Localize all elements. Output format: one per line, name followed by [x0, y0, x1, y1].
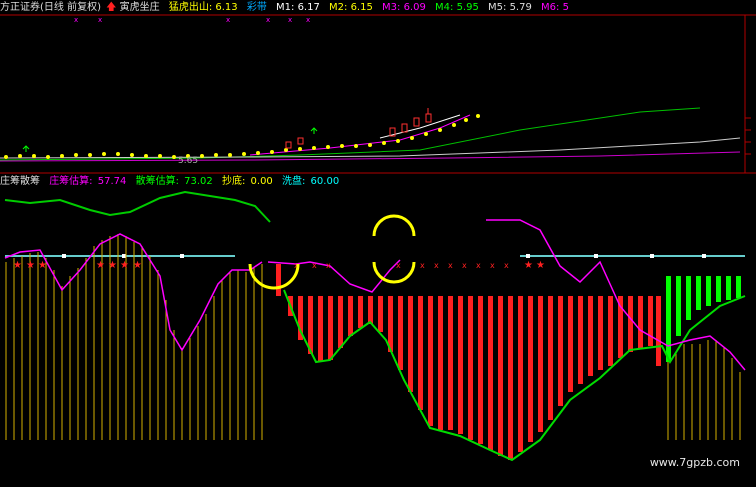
svg-text:x: x — [226, 16, 230, 24]
green-upper-curve — [4, 190, 271, 223]
svg-text:x: x — [396, 261, 401, 270]
right-axis-ticks — [745, 117, 751, 155]
yellow-bars-right — [667, 340, 741, 440]
yellow-arc-left — [248, 263, 300, 290]
svg-text:x: x — [462, 261, 467, 270]
red-x-markers: xxx xxx xxx xx — [294, 261, 509, 270]
svg-text:★: ★ — [26, 260, 35, 271]
svg-text:x: x — [504, 261, 509, 270]
top-markers: xxx xxx — [74, 16, 310, 24]
up-arrow-markers — [22, 127, 318, 152]
svg-text:x: x — [326, 261, 331, 270]
svg-text:x: x — [74, 16, 78, 24]
svg-text:x: x — [312, 261, 317, 270]
chart-canvas: xxx xxx 5.65 ★ ★ ★ ★ ★ ★ ★ ★ ★ x x x x x… — [0, 14, 756, 462]
svg-text:★: ★ — [38, 260, 47, 271]
svg-text:★: ★ — [108, 260, 117, 271]
yellow-arc-mid-top — [372, 214, 416, 237]
svg-text:★: ★ — [133, 260, 142, 271]
svg-text:x: x — [306, 16, 310, 24]
svg-text:x: x — [98, 16, 102, 24]
svg-text:★: ★ — [13, 260, 22, 271]
price-low-label: 5.65 — [178, 156, 198, 166]
red-histogram — [276, 264, 661, 460]
svg-text:x: x — [266, 16, 270, 24]
svg-text:x: x — [434, 261, 439, 270]
ma-green-line — [0, 107, 701, 161]
svg-text:x: x — [476, 261, 481, 270]
svg-text:★: ★ — [536, 260, 545, 271]
svg-text:★: ★ — [524, 260, 533, 271]
ma-white-short — [379, 114, 461, 139]
svg-text:★: ★ — [120, 260, 129, 271]
price-dots — [4, 114, 480, 159]
watermark: www.7gpzb.com — [649, 456, 740, 469]
svg-text:x: x — [288, 16, 292, 24]
svg-text:★: ★ — [96, 260, 105, 271]
svg-text:x: x — [448, 261, 453, 270]
svg-text:x: x — [490, 261, 495, 270]
magenta-line — [4, 219, 746, 371]
candles-red — [285, 108, 432, 149]
svg-text:x: x — [420, 261, 425, 270]
ma-magenta-short — [249, 114, 471, 156]
